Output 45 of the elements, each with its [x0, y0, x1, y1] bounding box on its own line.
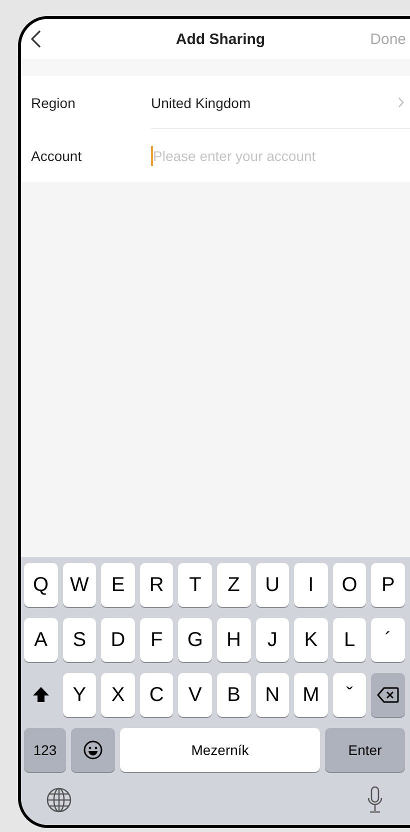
letter-key[interactable]: P — [371, 563, 405, 607]
emoji-key[interactable] — [71, 728, 115, 772]
letter-key[interactable]: R — [140, 563, 174, 607]
letter-key[interactable]: X — [101, 673, 135, 717]
screen-title: Add Sharing — [176, 30, 266, 48]
microphone-icon[interactable] — [367, 786, 383, 814]
account-input[interactable]: Please enter your account — [153, 148, 410, 164]
field-label: Region — [31, 94, 76, 110]
letter-key[interactable]: D — [101, 618, 135, 662]
letter-key[interactable]: J — [256, 618, 290, 662]
space-key[interactable]: Mezerník — [120, 728, 320, 772]
letter-key[interactable]: ´ — [371, 618, 405, 662]
letter-key[interactable]: O — [332, 563, 366, 607]
letter-key[interactable]: A — [24, 618, 58, 662]
letter-key[interactable]: V — [178, 673, 212, 717]
smiley-icon — [83, 740, 103, 760]
shift-arrow-icon — [32, 686, 50, 704]
letter-key[interactable]: U — [256, 563, 290, 607]
chevron-right-icon — [398, 97, 404, 108]
back-icon[interactable] — [31, 30, 41, 48]
letter-key[interactable]: N — [256, 673, 290, 717]
letter-key[interactable]: E — [101, 563, 135, 607]
letter-key[interactable]: M — [294, 673, 328, 717]
letter-key[interactable]: F — [140, 618, 174, 662]
letter-key[interactable]: L — [332, 618, 366, 662]
region-value[interactable]: United Kingdom — [151, 94, 398, 110]
letter-key[interactable]: I — [294, 563, 328, 607]
letter-key[interactable]: K — [294, 618, 328, 662]
backspace-icon — [377, 687, 400, 703]
letter-key[interactable]: T — [178, 563, 212, 607]
letter-key[interactable]: Q — [24, 563, 58, 607]
letter-key[interactable]: ˇ — [332, 673, 366, 717]
letter-key[interactable]: Y — [62, 673, 96, 717]
numbers-key[interactable]: 123 — [24, 728, 66, 772]
letter-key[interactable]: H — [216, 618, 251, 662]
backspace-key[interactable] — [371, 673, 405, 717]
field-label: Account — [31, 148, 83, 164]
letter-key[interactable]: C — [140, 673, 174, 717]
letter-key[interactable]: B — [216, 673, 251, 717]
letter-key[interactable]: W — [62, 563, 96, 607]
letter-key[interactable]: Z — [216, 563, 251, 607]
globe-icon[interactable] — [46, 787, 72, 813]
enter-key[interactable]: Enter — [325, 728, 405, 772]
letter-key[interactable]: G — [178, 618, 212, 662]
letter-key[interactable]: S — [62, 618, 96, 662]
